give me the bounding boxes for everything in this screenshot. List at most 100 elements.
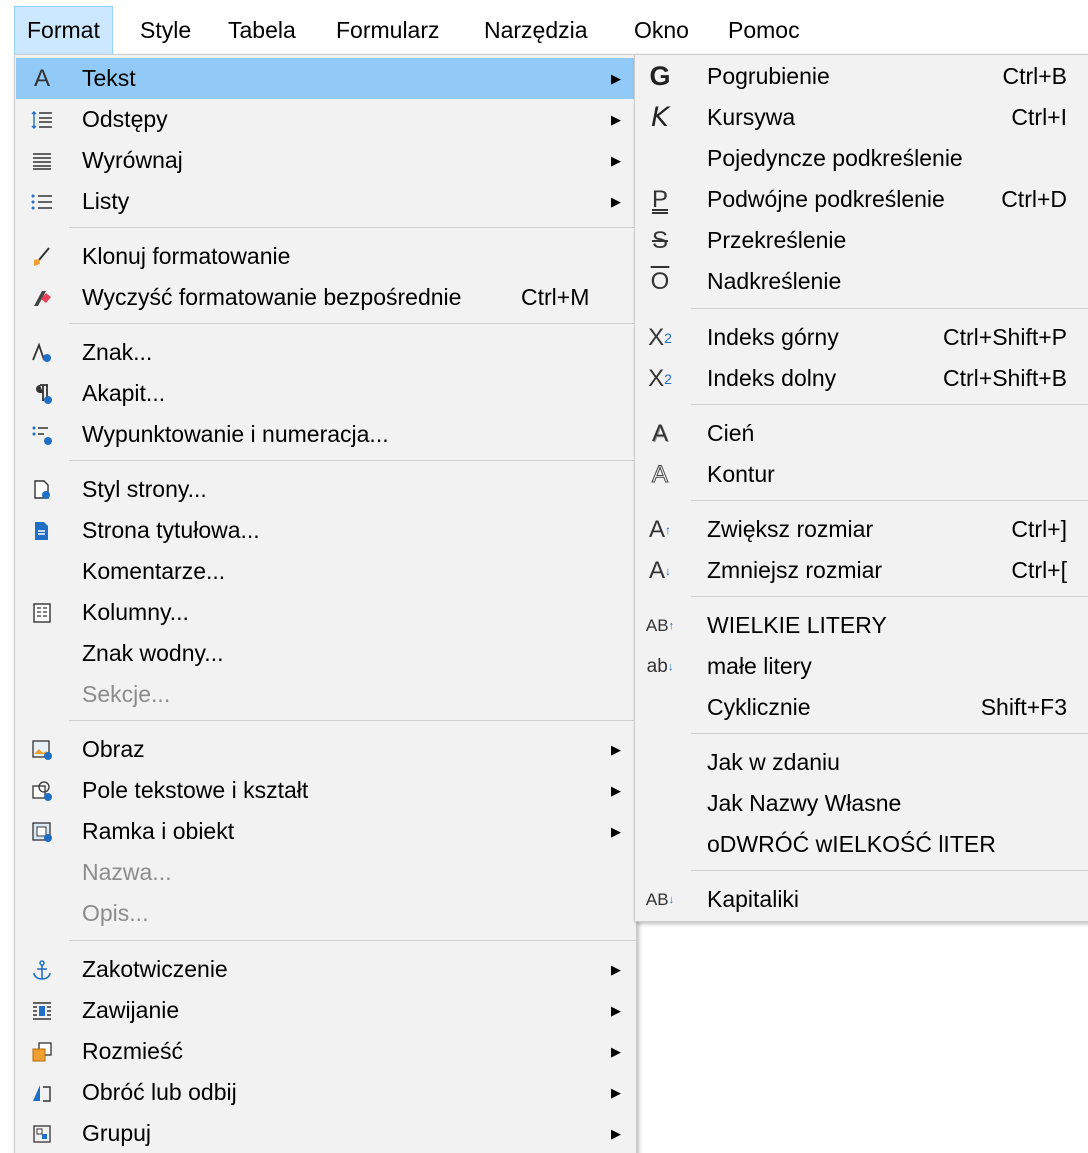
submenu-item-kapitaliki[interactable]: AB ↓ Kapitaliki [636,879,1088,920]
submenu-item-nadkreslenie[interactable]: O Nadkreślenie [636,261,1088,302]
menu-item-label: Jak Nazwy Własne [707,790,902,816]
submenu-item-cyklicznie[interactable]: Cyklicznie Shift+F3 [636,687,1088,728]
menu-item-label: Podwójne podkreślenie [707,186,945,212]
menu-item-akapit[interactable]: Akapit... [16,373,635,414]
menu-item-label: Wypunktowanie i numeracja... [82,421,389,447]
submenu-arrow-icon: ▶ [611,742,621,757]
menu-item-label: Pojedyncze podkreślenie [707,145,963,171]
submenu-item-kontur[interactable]: A Kontur [636,454,1088,495]
menu-item-label: Jak w zdaniu [707,749,840,775]
menu-item-wypunktowanie[interactable]: Wypunktowanie i numeracja... [16,414,635,455]
menu-item-label: Klonuj formatowanie [82,243,291,269]
menu-item-obraz[interactable]: Obraz ▶ [16,729,635,770]
menu-item-rozmiesc[interactable]: Rozmieść ▶ [16,1031,635,1072]
wrap-icon [22,990,62,1031]
shortcut-text: Ctrl+] [1011,516,1067,542]
shortcut-text: Ctrl+[ [1011,557,1067,583]
menu-item-komentarze[interactable]: Komentarze... [16,551,635,592]
menu-item-label: Pogrubienie [707,63,830,89]
submenu-item-zmniejsz[interactable]: A ↓ Zmniejsz rozmiar Ctrl+[ [636,550,1088,591]
submenu-arrow-icon: ▶ [611,153,621,168]
menu-item-zakotwiczenie[interactable]: Zakotwiczenie ▶ [16,949,635,990]
submenu-item-wielkie-litery[interactable]: AB ↑ WIELKIE LITERY [636,605,1088,646]
menu-item-klonuj[interactable]: Klonuj formatowanie [16,236,635,277]
menu-bar: Format Style Tabela Formularz Narzędzia … [0,0,1088,54]
menu-format[interactable]: Format [14,6,113,54]
menu-item-label: Kontur [707,461,775,487]
shadow-icon: A [651,419,668,447]
menu-item-tekst[interactable]: A Tekst ▶ [16,58,635,99]
menu-tabela[interactable]: Tabela [216,6,308,54]
arrange-icon [22,1031,62,1072]
menu-item-label: Kapitaliki [707,886,800,912]
menu-item-obroc[interactable]: Obróć lub odbij ▶ [16,1072,635,1113]
menu-separator [69,720,636,721]
menu-formularz[interactable]: Formularz [324,6,452,54]
menu-item-odstepy[interactable]: Odstępy ▶ [16,99,635,140]
strikethrough-icon: S [651,226,668,254]
submenu-item-pojedyncze[interactable]: Pojedyncze podkreślenie [636,138,1088,179]
menu-item-wyrownaj[interactable]: Wyrównaj ▶ [16,140,635,181]
menu-item-label: Strona tytułowa... [82,517,260,543]
textbox-shape-icon [22,770,62,811]
submenu-item-zwieksz[interactable]: A ↑ Zwiększ rozmiar Ctrl+] [636,509,1088,550]
shortcut-text: Ctrl+M [521,284,590,310]
menu-item-grupuj[interactable]: Grupuj ▶ [16,1113,635,1153]
submenu-arrow-icon: ▶ [611,112,621,127]
menu-okno[interactable]: Okno [622,6,701,54]
menu-style[interactable]: Style [128,6,203,54]
menu-item-label: oDWRÓĆ wIELKOŚĆ lITER [707,831,996,857]
text-A-icon: A [33,64,50,92]
columns-icon [22,592,62,633]
shrink-font-icon: A ↓ [648,556,671,584]
menu-item-listy[interactable]: Listy ▶ [16,181,635,222]
shortcut-text: Ctrl+B [1002,63,1067,89]
menu-separator [691,500,1088,501]
menu-pomoc[interactable]: Pomoc [716,6,812,54]
menu-item-label: Ramka i obiekt [82,818,235,844]
submenu-item-cien[interactable]: A Cień [636,413,1088,454]
menu-item-label: Indeks górny [707,324,839,350]
clone-format-brush-icon [22,236,62,277]
submenu-arrow-icon: ▶ [611,1003,621,1018]
menu-separator [691,404,1088,405]
submenu-item-indeks-gorny[interactable]: X2 Indeks górny Ctrl+Shift+P [636,317,1088,358]
menu-item-pole-tekstowe[interactable]: Pole tekstowe i kształt ▶ [16,770,635,811]
submenu-item-male-litery[interactable]: ab ↓ małe litery [636,646,1088,687]
menu-item-sekcje: Sekcje... [16,674,635,715]
submenu-item-kursywa[interactable]: K Kursywa Ctrl+I [636,97,1088,138]
overline-icon: O [650,267,670,295]
menu-item-styl-strony[interactable]: Styl strony... [16,469,635,510]
menu-item-wyczysc[interactable]: Wyczyść formatowanie bezpośrednie Ctrl+M [16,277,635,318]
submenu-item-jak-nazwy-wlasne[interactable]: Jak Nazwy Własne [636,783,1088,824]
submenu-item-jak-w-zdaniu[interactable]: Jak w zdaniu [636,742,1088,783]
submenu-item-pogrubienie[interactable]: G Pogrubienie Ctrl+B [636,56,1088,97]
menu-item-ramka[interactable]: Ramka i obiekt ▶ [16,811,635,852]
menu-item-label: Nazwa... [82,859,172,885]
menu-item-label: Kursywa [707,104,796,130]
submenu-item-przekreslenie[interactable]: S Przekreślenie [636,220,1088,261]
menu-item-label: Znak... [82,339,153,365]
menu-item-label: małe litery [707,653,812,679]
menu-item-strona-tytulowa[interactable]: Strona tytułowa... [16,510,635,551]
menu-item-label: Wyrównaj [82,147,183,173]
submenu-arrow-icon: ▶ [611,1044,621,1059]
shortcut-text: Ctrl+Shift+P [943,324,1067,350]
menu-separator [691,596,1088,597]
menu-item-label: Zmniejsz rozmiar [707,557,883,583]
submenu-item-podwojne[interactable]: P Podwójne podkreślenie Ctrl+D [636,179,1088,220]
menu-item-label: Wyczyść formatowanie bezpośrednie [82,284,462,310]
menu-item-zawijanie[interactable]: Zawijanie ▶ [16,990,635,1031]
menu-item-kolumny[interactable]: Kolumny... [16,592,635,633]
menu-item-znak[interactable]: Znak... [16,332,635,373]
menu-item-znak-wodny[interactable]: Znak wodny... [16,633,635,674]
menu-item-label: WIELKIE LITERY [707,612,887,638]
menu-narzedzia[interactable]: Narzędzia [472,6,600,54]
rotate-flip-icon [22,1072,62,1113]
menu-item-label: Rozmieść [82,1038,183,1064]
submenu-item-odwroc[interactable]: oDWRÓĆ wIELKOŚĆ lITER [636,824,1088,865]
group-icon [22,1113,62,1153]
shortcut-text: Ctrl+Shift+B [943,365,1067,391]
submenu-item-indeks-dolny[interactable]: X2 Indeks dolny Ctrl+Shift+B [636,358,1088,399]
menu-item-opis: Opis... [16,893,635,934]
